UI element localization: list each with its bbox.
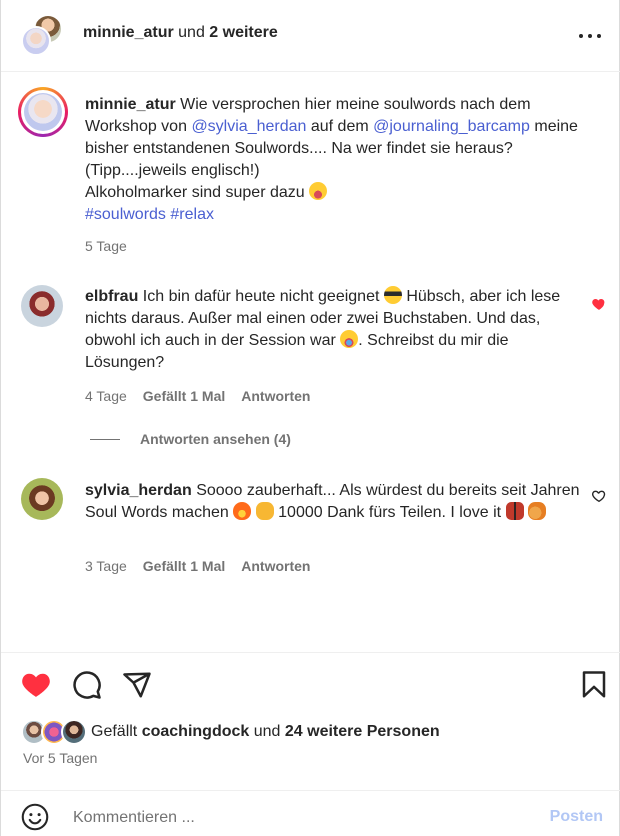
comment-icon[interactable] <box>72 670 102 700</box>
reply-button[interactable]: Antworten <box>241 558 310 574</box>
comment-input[interactable] <box>73 806 513 830</box>
hashtag-link[interactable]: #relax <box>170 206 214 223</box>
avatar <box>61 719 87 745</box>
author-username[interactable]: minnie_atur <box>83 24 174 41</box>
view-replies-button[interactable]: Antworten ansehen (4) <box>140 431 291 447</box>
and-word: und <box>178 24 205 41</box>
post-header: minnie_atur und 2 weitere <box>1 0 620 72</box>
post-panel: minnie_atur und 2 weitere minnie_atur Wi… <box>0 0 620 836</box>
emoji-icon[interactable] <box>21 803 49 831</box>
mention-link[interactable]: @sylvia_herdan <box>191 118 306 135</box>
clapping-hands-emoji <box>255 502 274 520</box>
avatar <box>21 26 51 56</box>
comment-text: sylvia_herdan Soooo zauberhaft... Als wü… <box>85 482 580 521</box>
raising-hand-emoji <box>528 502 546 520</box>
avatar[interactable] <box>21 478 63 520</box>
liker-username[interactable]: coachingdock <box>142 723 250 740</box>
mention-link[interactable]: @journaling_barcamp <box>373 118 530 135</box>
comment-meta: 4 Tage Gefällt 1 Mal Antworten <box>85 388 310 404</box>
share-icon[interactable] <box>122 670 152 700</box>
more-options-icon[interactable] <box>579 26 601 46</box>
caption-text: minnie_atur Wie versprochen hier meine s… <box>85 96 578 223</box>
likers-avatars[interactable] <box>21 719 87 745</box>
like-heart-icon[interactable] <box>21 670 51 700</box>
likes-summary: Gefällt coachingdock und 24 weitere Pers… <box>91 723 440 740</box>
comment-time[interactable]: 4 Tage <box>85 388 127 404</box>
post-authors: minnie_atur und 2 weitere <box>83 24 278 42</box>
author-avatars[interactable] <box>21 14 65 58</box>
fire-emoji <box>233 502 252 520</box>
sunglasses-emoji <box>383 286 402 304</box>
likes-count[interactable]: 24 weitere Personen <box>285 723 440 740</box>
avatar <box>24 93 62 131</box>
comment-time[interactable]: 3 Tage <box>85 558 127 574</box>
post-button[interactable]: Posten <box>550 808 603 826</box>
butterfly-emoji <box>505 502 524 520</box>
laughing-emoji <box>340 330 359 348</box>
divider <box>90 439 120 440</box>
avatar[interactable] <box>21 285 63 327</box>
comment-username[interactable]: elbfrau <box>85 288 138 305</box>
comment-meta: 3 Tage Gefällt 1 Mal Antworten <box>85 558 310 574</box>
like-heart-icon[interactable] <box>591 488 607 504</box>
caption-time[interactable]: 5 Tage <box>85 238 127 254</box>
bookmark-icon[interactable] <box>579 670 609 700</box>
caption-meta: 5 Tage <box>85 238 127 254</box>
comment-username[interactable]: sylvia_herdan <box>85 482 192 499</box>
grinning-face-emoji <box>309 182 328 200</box>
caption-avatar[interactable] <box>18 87 68 137</box>
liked-heart-icon[interactable] <box>591 296 607 312</box>
divider <box>1 790 620 791</box>
caption-username[interactable]: minnie_atur <box>85 96 176 113</box>
reply-button[interactable]: Antworten <box>241 388 310 404</box>
comment-likes[interactable]: Gefällt 1 Mal <box>143 388 225 404</box>
divider <box>1 652 620 653</box>
other-authors[interactable]: 2 weitere <box>209 24 277 41</box>
post-time[interactable]: Vor 5 Tagen <box>23 750 97 766</box>
comment-text: elbfrau Ich bin dafür heute nicht geeign… <box>85 286 561 371</box>
hashtag-link[interactable]: #soulwords <box>85 206 166 223</box>
comment-likes[interactable]: Gefällt 1 Mal <box>143 558 225 574</box>
